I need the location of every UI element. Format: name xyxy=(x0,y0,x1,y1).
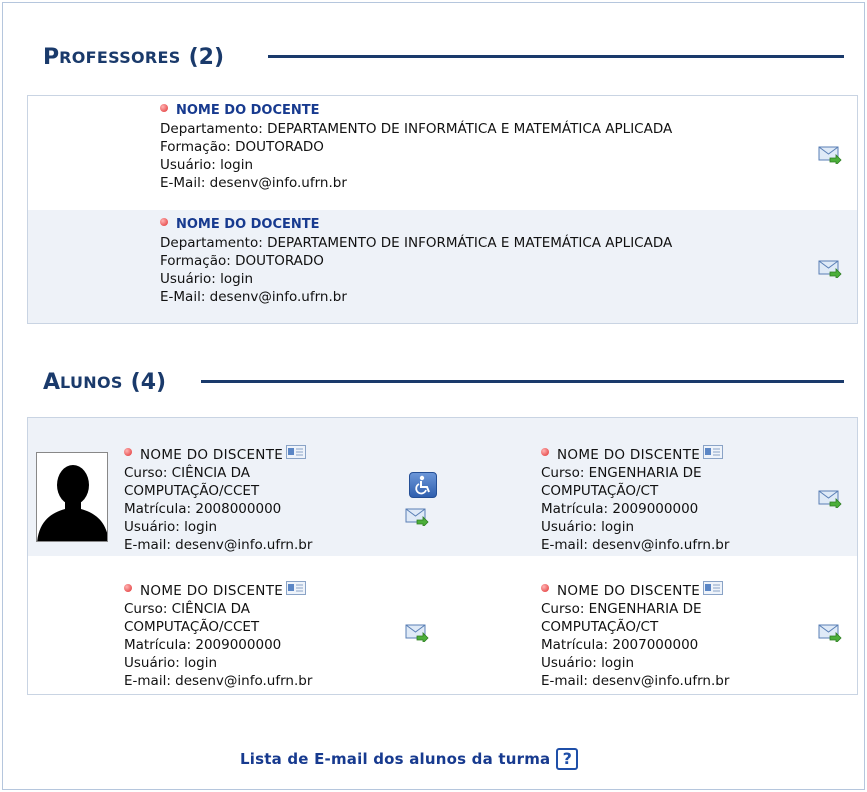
professores-divider xyxy=(268,55,844,58)
aluno-matricula: Matrícula: 2007000000 xyxy=(541,637,699,653)
professor-name: NOME DO DOCENTE xyxy=(176,217,320,232)
professor-email: E-Mail: desenv@info.ufrn.br xyxy=(160,175,347,191)
id-card-icon[interactable] xyxy=(703,445,723,459)
aluno-curso-cont: COMPUTAÇÃO/CT xyxy=(541,619,659,635)
aluno-curso-cont: COMPUTAÇÃO/CCET xyxy=(124,619,260,635)
professores-title-initial: P xyxy=(43,45,60,70)
email-list-link[interactable]: Lista de E-mail dos alunos da turma ? xyxy=(240,748,579,770)
aluno-email: E-mail: desenv@info.ufrn.br xyxy=(541,537,730,553)
aluno-name: NOME DO DISCENTE xyxy=(557,447,701,463)
status-dot-icon xyxy=(124,584,132,592)
professores-list: NOME DO DOCENTE Departamento: DEPARTAMEN… xyxy=(27,95,858,324)
aluno-curso: Curso: CIÊNCIA DA xyxy=(124,601,251,617)
aluno-row: NOME DO DISCENTE Curso: CIÊNCIA DA COMPU… xyxy=(28,418,857,556)
status-dot-icon xyxy=(541,584,549,592)
alunos-title: A LUNOS (4) xyxy=(43,370,166,395)
aluno-curso-cont: COMPUTAÇÃO/CT xyxy=(541,483,659,499)
send-mail-icon[interactable] xyxy=(818,260,842,278)
aluno-info: NOME DO DISCENTE Curso: CIÊNCIA DA COMPU… xyxy=(124,446,384,554)
send-mail-icon[interactable] xyxy=(818,146,842,164)
professor-row: NOME DO DOCENTE Departamento: DEPARTAMEN… xyxy=(28,96,857,209)
id-card-icon[interactable] xyxy=(286,581,306,595)
professor-info: NOME DO DOCENTE Departamento: DEPARTAMEN… xyxy=(160,102,672,192)
aluno-info: NOME DO DISCENTE Curso: ENGENHARIA DE CO… xyxy=(541,446,801,554)
alunos-title-rest: LUNOS xyxy=(60,373,123,392)
page-frame: P ROFESSORES (2) NOME DO DOCENTE Departa… xyxy=(2,2,865,790)
wheelchair-icon[interactable] xyxy=(409,472,437,498)
help-icon[interactable]: ? xyxy=(556,748,579,770)
professor-formacao: Formação: DOUTORADO xyxy=(160,139,324,155)
aluno-name: NOME DO DISCENTE xyxy=(557,583,701,599)
email-list-link-label[interactable]: Lista de E-mail dos alunos da turma xyxy=(240,750,550,768)
aluno-row: NOME DO DISCENTE Curso: CIÊNCIA DA COMPU… xyxy=(28,556,857,694)
aluno-usuario: Usuário: login xyxy=(124,519,218,535)
professores-title-rest: ROFESSORES xyxy=(59,48,181,67)
aluno-usuario: Usuário: login xyxy=(541,519,635,535)
status-dot-icon xyxy=(160,218,168,226)
aluno-email: E-mail: desenv@info.ufrn.br xyxy=(541,673,730,689)
aluno-matricula: Matrícula: 2008000000 xyxy=(124,501,282,517)
aluno-info: NOME DO DISCENTE Curso: ENGENHARIA DE CO… xyxy=(541,582,801,690)
student-photo xyxy=(36,452,108,542)
status-dot-icon xyxy=(160,104,168,112)
professor-usuario: Usuário: login xyxy=(160,157,254,173)
send-mail-icon[interactable] xyxy=(818,490,842,508)
status-dot-icon xyxy=(124,448,132,456)
professores-count: (2) xyxy=(188,45,225,70)
aluno-curso-cont: COMPUTAÇÃO/CCET xyxy=(124,483,260,499)
aluno-info: NOME DO DISCENTE Curso: CIÊNCIA DA COMPU… xyxy=(124,582,384,690)
professores-title: P ROFESSORES (2) xyxy=(43,45,224,70)
professor-name: NOME DO DOCENTE xyxy=(176,103,320,118)
alunos-list: NOME DO DISCENTE Curso: CIÊNCIA DA COMPU… xyxy=(27,417,858,695)
alunos-count: (4) xyxy=(130,370,167,395)
aluno-email: E-mail: desenv@info.ufrn.br xyxy=(124,537,313,553)
id-card-icon[interactable] xyxy=(703,581,723,595)
professor-row: NOME DO DOCENTE Departamento: DEPARTAMEN… xyxy=(28,210,857,323)
professor-departamento: Departamento: DEPARTAMENTO DE INFORMÁTIC… xyxy=(160,121,673,137)
professor-usuario: Usuário: login xyxy=(160,271,254,287)
id-card-icon[interactable] xyxy=(286,445,306,459)
send-mail-icon[interactable] xyxy=(405,508,429,526)
aluno-usuario: Usuário: login xyxy=(541,655,635,671)
aluno-name: NOME DO DISCENTE xyxy=(140,583,284,599)
alunos-divider xyxy=(201,380,844,383)
aluno-name: NOME DO DISCENTE xyxy=(140,447,284,463)
aluno-curso: Curso: ENGENHARIA DE xyxy=(541,601,702,617)
aluno-curso: Curso: ENGENHARIA DE xyxy=(541,465,702,481)
aluno-curso: Curso: CIÊNCIA DA xyxy=(124,465,251,481)
aluno-email: E-mail: desenv@info.ufrn.br xyxy=(124,673,313,689)
alunos-title-initial: A xyxy=(43,370,61,395)
send-mail-icon[interactable] xyxy=(818,624,842,642)
status-dot-icon xyxy=(541,448,549,456)
aluno-matricula: Matrícula: 2009000000 xyxy=(124,637,282,653)
professor-email: E-Mail: desenv@info.ufrn.br xyxy=(160,289,347,305)
aluno-usuario: Usuário: login xyxy=(124,655,218,671)
professor-departamento: Departamento: DEPARTAMENTO DE INFORMÁTIC… xyxy=(160,235,673,251)
professor-formacao: Formação: DOUTORADO xyxy=(160,253,324,269)
send-mail-icon[interactable] xyxy=(405,624,429,642)
professor-info: NOME DO DOCENTE Departamento: DEPARTAMEN… xyxy=(160,216,672,306)
aluno-matricula: Matrícula: 2009000000 xyxy=(541,501,699,517)
